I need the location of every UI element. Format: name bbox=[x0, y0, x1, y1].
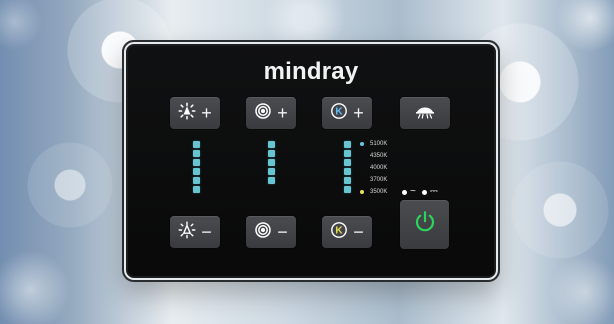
temperature-level-segment bbox=[344, 186, 351, 193]
brightness-level-meter bbox=[193, 141, 200, 193]
brightness-plus-sign: + bbox=[201, 102, 212, 123]
temperature-label: 4350K bbox=[370, 153, 388, 159]
focus-level-segment bbox=[268, 159, 275, 166]
temperature-level-segment bbox=[344, 150, 351, 157]
sun-icon bbox=[178, 101, 196, 125]
svg-text:K: K bbox=[336, 106, 344, 117]
lamp-icon bbox=[413, 102, 437, 125]
temperature-label: 3700K bbox=[370, 177, 388, 183]
focus-level-segment bbox=[268, 141, 275, 148]
temperature-option-3500k: 3500K bbox=[360, 189, 387, 195]
brightness-level-segment bbox=[193, 150, 200, 157]
temperature-level-segment bbox=[344, 177, 351, 184]
focus-plus-sign: + bbox=[277, 102, 288, 123]
temperature-indicator-dot bbox=[360, 190, 364, 194]
temperature-level-segment bbox=[344, 141, 351, 148]
focus-icon bbox=[254, 102, 272, 125]
temperature-level-segment bbox=[344, 168, 351, 175]
dc-mode-dot bbox=[421, 189, 427, 195]
focus-minus-button[interactable]: − bbox=[246, 216, 296, 248]
ac-mode-indicator: ~ bbox=[402, 187, 416, 197]
brightness-minus-button[interactable]: − bbox=[170, 216, 220, 248]
power-icon bbox=[412, 209, 438, 240]
brightness-level-segment bbox=[193, 168, 200, 175]
brand-logo-text: mindray bbox=[263, 58, 359, 85]
focus-level-segment bbox=[268, 150, 275, 157]
lamp-mode-button[interactable] bbox=[400, 97, 450, 129]
brightness-level-segment bbox=[193, 141, 200, 148]
brightness-plus-button[interactable]: + bbox=[170, 97, 220, 129]
power-mode-indicator: ~ ⎓ bbox=[402, 187, 438, 197]
temperature-option-4350k: 4350K bbox=[360, 153, 387, 159]
temperature-minus-button[interactable]: K − bbox=[322, 216, 372, 248]
k-icon: K bbox=[330, 221, 348, 244]
focus-level-segment bbox=[268, 168, 275, 175]
dc-mode-indicator: ⎓ bbox=[421, 186, 438, 197]
brightness-level-segment bbox=[193, 159, 200, 166]
temperature-indicator-dot bbox=[360, 166, 364, 170]
brightness-level-segment bbox=[193, 186, 200, 193]
focus-minus-sign: − bbox=[277, 221, 288, 242]
temperature-level-segment bbox=[344, 159, 351, 166]
brightness-minus-sign: − bbox=[201, 221, 212, 242]
temperature-indicator-dot bbox=[360, 142, 364, 146]
temperature-label: 5100K bbox=[370, 141, 388, 147]
ac-mode-dot bbox=[402, 189, 407, 195]
focus-level-segment bbox=[268, 177, 275, 184]
svg-text:K: K bbox=[336, 225, 344, 236]
power-button[interactable] bbox=[400, 200, 449, 249]
temperature-option-4000k: 4000K bbox=[360, 165, 387, 171]
temperature-indicator-dot bbox=[360, 154, 364, 158]
temperature-indicator-dot bbox=[360, 178, 364, 182]
temperature-plus-sign: + bbox=[353, 102, 364, 123]
sun-outline-icon bbox=[178, 221, 196, 244]
temperature-level-meter bbox=[344, 141, 351, 193]
temperature-label: 3500K bbox=[370, 189, 388, 195]
lighting-control-panel: mindray + + K + 5100K 4350K 4000K 3700K … bbox=[122, 40, 500, 282]
dc-symbol: ⎓ bbox=[429, 186, 438, 197]
temperature-minus-sign: − bbox=[353, 221, 364, 242]
focus-icon bbox=[254, 221, 272, 244]
temperature-option-5100k: 5100K bbox=[360, 141, 387, 147]
focus-level-meter bbox=[268, 141, 275, 184]
temperature-plus-button[interactable]: K + bbox=[322, 97, 372, 129]
focus-plus-button[interactable]: + bbox=[246, 97, 296, 129]
temperature-option-3700k: 3700K bbox=[360, 177, 387, 183]
temperature-label: 4000K bbox=[370, 165, 388, 171]
brightness-level-segment bbox=[193, 177, 200, 184]
ac-symbol: ~ bbox=[410, 186, 416, 197]
k-icon: K bbox=[330, 102, 348, 125]
